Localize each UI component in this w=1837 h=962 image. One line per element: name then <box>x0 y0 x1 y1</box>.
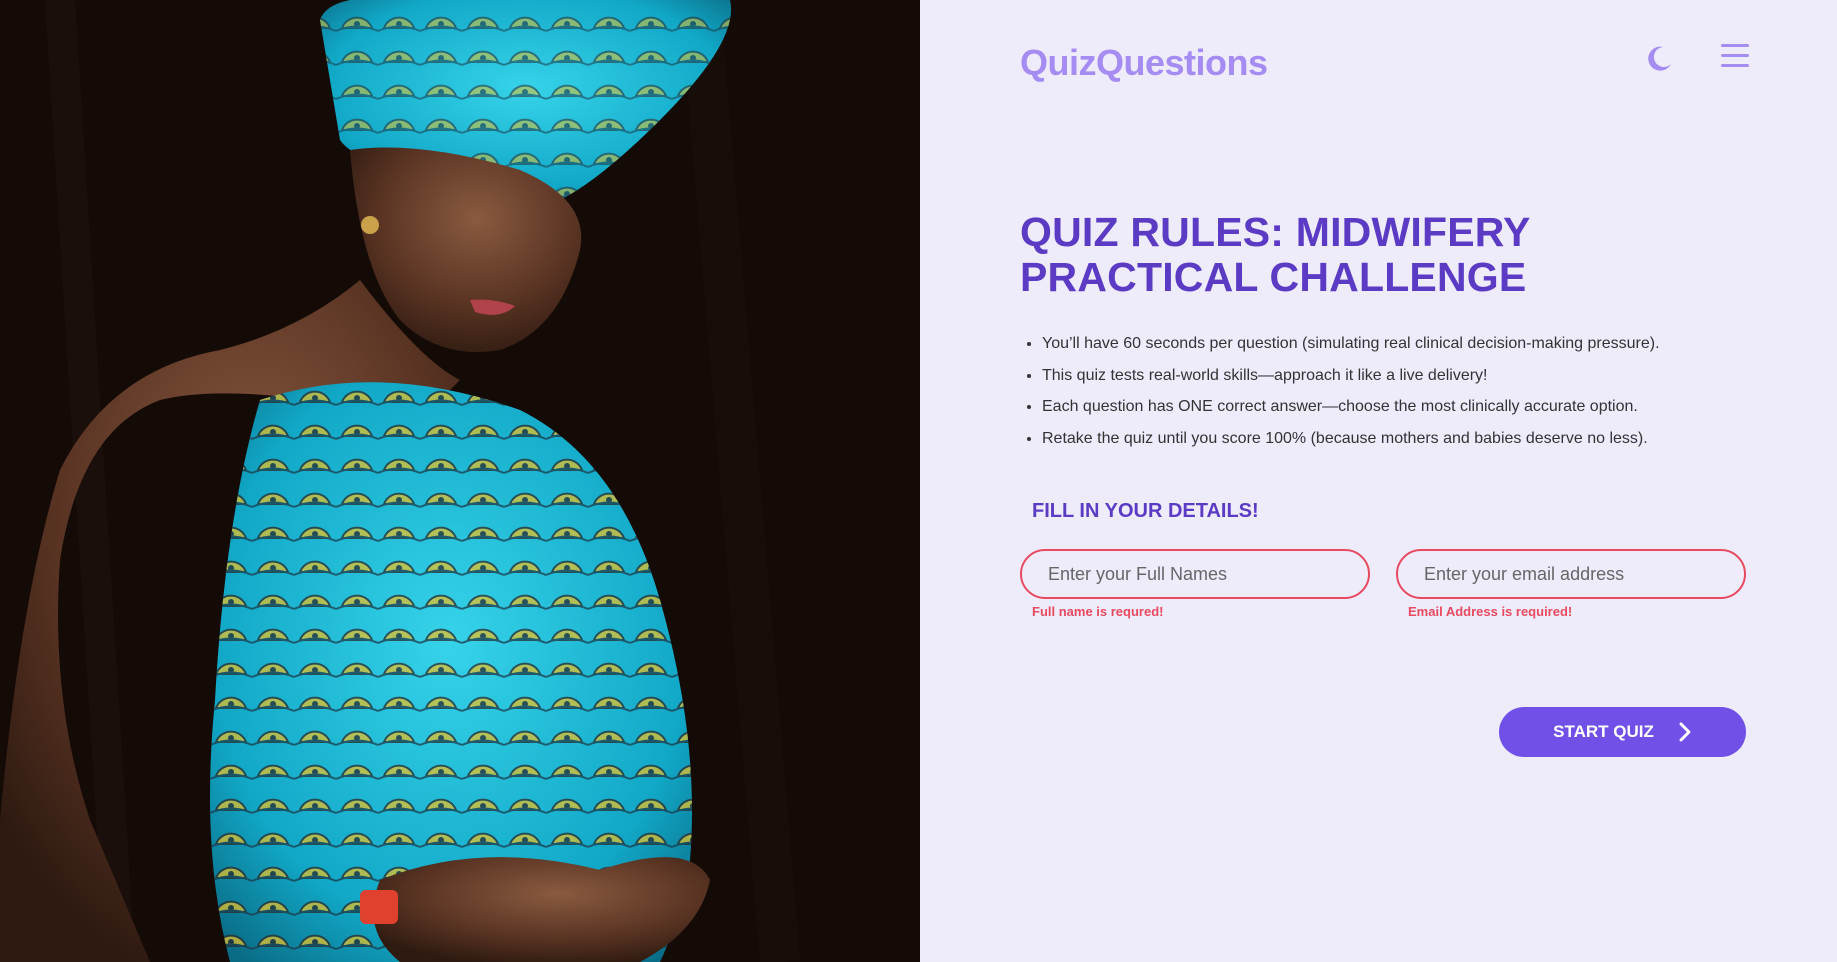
email-input[interactable] <box>1396 549 1746 599</box>
hero-photo <box>0 0 920 962</box>
quiz-rules-page: QuizQuestions QUIZ RULES: MIDWIFERY PRAC… <box>0 0 1837 962</box>
start-quiz-label: START QUIZ <box>1553 722 1654 741</box>
menu-bar <box>1721 64 1749 67</box>
chevron-right-icon <box>1679 722 1691 742</box>
full-name-input[interactable] <box>1020 549 1370 599</box>
content-panel: QuizQuestions QUIZ RULES: MIDWIFERY PRAC… <box>920 0 1837 962</box>
full-name-error: Full name is requred! <box>1032 604 1164 619</box>
menu-bar <box>1721 44 1749 47</box>
rule-item: Retake the quiz until you score 100% (be… <box>1042 429 1660 449</box>
rule-item: Each question has ONE correct answer—cho… <box>1042 397 1660 417</box>
hamburger-icon[interactable] <box>1721 44 1749 70</box>
start-quiz-button[interactable]: START QUIZ <box>1499 707 1746 757</box>
pregnant-woman-illustration <box>0 0 920 962</box>
email-error: Email Address is required! <box>1408 604 1573 619</box>
rule-item: You’ll have 60 seconds per question (sim… <box>1042 334 1660 354</box>
moon-icon[interactable] <box>1644 44 1674 74</box>
details-heading: FILL IN YOUR DETAILS! <box>1032 500 1259 522</box>
rule-item: This quiz tests real-world skills—approa… <box>1042 366 1660 386</box>
brand-logo[interactable]: QuizQuestions <box>1020 42 1268 84</box>
menu-bar <box>1721 54 1749 57</box>
page-title: QUIZ RULES: MIDWIFERY PRACTICAL CHALLENG… <box>1020 209 1530 300</box>
rules-list: You’ll have 60 seconds per question (sim… <box>1020 334 1660 460</box>
